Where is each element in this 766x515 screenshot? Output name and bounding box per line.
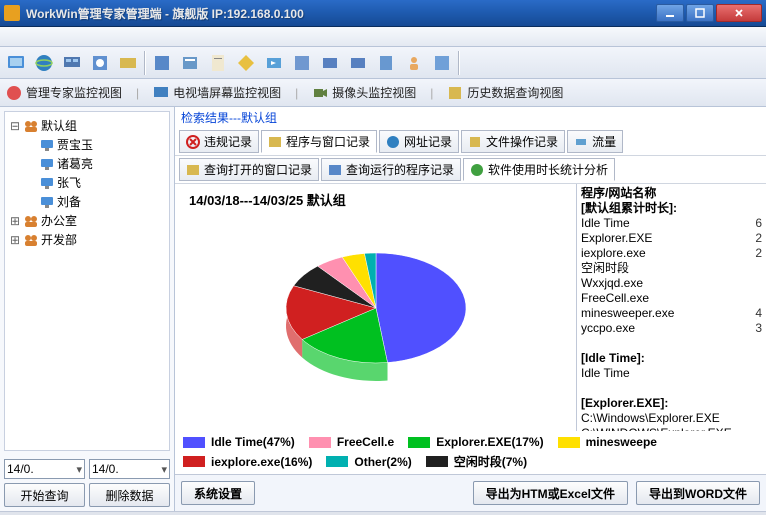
- menubar: [0, 27, 766, 47]
- view-tab-monitor[interactable]: 管理专家监控视图: [6, 84, 122, 101]
- date-to[interactable]: 14/0.: [89, 459, 170, 479]
- view-tabs: 管理专家监控视图 | 电视墙屏幕监控视图 | 摄像头监控视图 | 历史数据查询视…: [0, 79, 766, 107]
- toolbar-icon-globe[interactable]: [32, 51, 56, 75]
- record-tabs: 违规记录程序与窗口记录网址记录文件操作记录流量: [175, 128, 766, 156]
- legend-item: Explorer.EXE(17%): [408, 435, 543, 449]
- toolbar-icon-7[interactable]: [178, 51, 202, 75]
- main-panel: 检索结果---默认组 违规记录程序与窗口记录网址记录文件操作记录流量 查询打开的…: [175, 107, 766, 511]
- tree-node[interactable]: ⊞开发部: [9, 230, 165, 249]
- toolbar-icon-3[interactable]: [60, 51, 84, 75]
- tree-root[interactable]: ⊟默认组: [9, 116, 165, 135]
- close-button[interactable]: [716, 4, 762, 22]
- toolbar-icon-13[interactable]: [346, 51, 370, 75]
- program-list[interactable]: 程序/网站名称[默认组累计时长]:Idle Time6Explorer.EXE2…: [576, 184, 766, 431]
- legend-item: minesweepe: [558, 435, 657, 449]
- toolbar-icon-1[interactable]: [4, 51, 28, 75]
- tree-node[interactable]: 诸葛亮: [9, 154, 165, 173]
- query-button[interactable]: 开始查询: [4, 483, 85, 507]
- tab-4[interactable]: 流量: [567, 130, 623, 153]
- tree-node[interactable]: 贾宝玉: [9, 135, 165, 154]
- main-toolbar: [0, 47, 766, 79]
- view-tab-camera[interactable]: 摄像头监控视图: [312, 84, 416, 101]
- legend-item: FreeCell.e: [309, 435, 394, 449]
- tab-0[interactable]: 违规记录: [179, 130, 259, 153]
- legend-item: Idle Time(47%): [183, 435, 295, 449]
- chart-legend: Idle Time(47%) FreeCell.e Explorer.EXE(17%…: [175, 431, 766, 474]
- tree-node[interactable]: ⊞办公室: [9, 211, 165, 230]
- toolbar-icon-9[interactable]: [234, 51, 258, 75]
- tab-1[interactable]: 程序与窗口记录: [261, 130, 377, 153]
- legend-item: 空闲时段(7%): [426, 453, 527, 470]
- sidebar: ⊟默认组 贾宝玉诸葛亮张飞刘备 ⊞办公室⊞开发部 14/0. 14/0. 开始查…: [0, 107, 175, 511]
- tree-node[interactable]: 刘备: [9, 192, 165, 211]
- toolbar-icon-12[interactable]: [318, 51, 342, 75]
- pie-chart: 14/03/18---14/03/25 默认组: [175, 184, 576, 431]
- tree[interactable]: ⊟默认组 贾宝玉诸葛亮张飞刘备 ⊞办公室⊞开发部: [4, 111, 170, 451]
- toolbar-icon-10[interactable]: [262, 51, 286, 75]
- delete-button[interactable]: 删除数据: [89, 483, 170, 507]
- view-tab-tvwall[interactable]: 电视墙屏幕监控视图: [153, 84, 281, 101]
- sub-record-tabs: 查询打开的窗口记录查询运行的程序记录软件使用时长统计分析: [175, 156, 766, 184]
- tab-2[interactable]: 网址记录: [379, 130, 459, 153]
- export-htm-button[interactable]: 导出为HTM或Excel文件: [473, 481, 628, 505]
- tree-node[interactable]: 张飞: [9, 173, 165, 192]
- statusbar: [0, 511, 766, 515]
- system-settings-button[interactable]: 系统设置: [181, 481, 255, 505]
- app-icon: [4, 5, 20, 21]
- toolbar-icon-6[interactable]: [150, 51, 174, 75]
- toolbar-icon-16[interactable]: [430, 51, 454, 75]
- view-tab-history[interactable]: 历史数据查询视图: [447, 84, 563, 101]
- maximize-button[interactable]: [686, 4, 714, 22]
- export-word-button[interactable]: 导出到WORD文件: [636, 481, 760, 505]
- toolbar-icon-11[interactable]: [290, 51, 314, 75]
- toolbar-icon-14[interactable]: [374, 51, 398, 75]
- search-result-label: 检索结果---默认组: [175, 107, 766, 128]
- minimize-button[interactable]: [656, 4, 684, 22]
- chart-daterange: 14/03/18---14/03/25 默认组: [181, 186, 354, 213]
- toolbar-icon-8[interactable]: [206, 51, 230, 75]
- toolbar-icon-15[interactable]: [402, 51, 426, 75]
- pie-chart-svg: [271, 223, 481, 393]
- toolbar-icon-4[interactable]: [88, 51, 112, 75]
- date-from[interactable]: 14/0.: [4, 459, 85, 479]
- toolbar-icon-5[interactable]: [116, 51, 140, 75]
- subtab-2[interactable]: 软件使用时长统计分析: [463, 158, 615, 181]
- window-title: WorkWin管理专家管理端 - 旗舰版 IP:192.168.0.100: [26, 5, 656, 22]
- subtab-0[interactable]: 查询打开的窗口记录: [179, 158, 319, 181]
- tab-3[interactable]: 文件操作记录: [461, 130, 565, 153]
- subtab-1[interactable]: 查询运行的程序记录: [321, 158, 461, 181]
- legend-item: iexplore.exe(16%): [183, 453, 312, 470]
- legend-item: Other(2%): [326, 453, 411, 470]
- titlebar: WorkWin管理专家管理端 - 旗舰版 IP:192.168.0.100: [0, 0, 766, 27]
